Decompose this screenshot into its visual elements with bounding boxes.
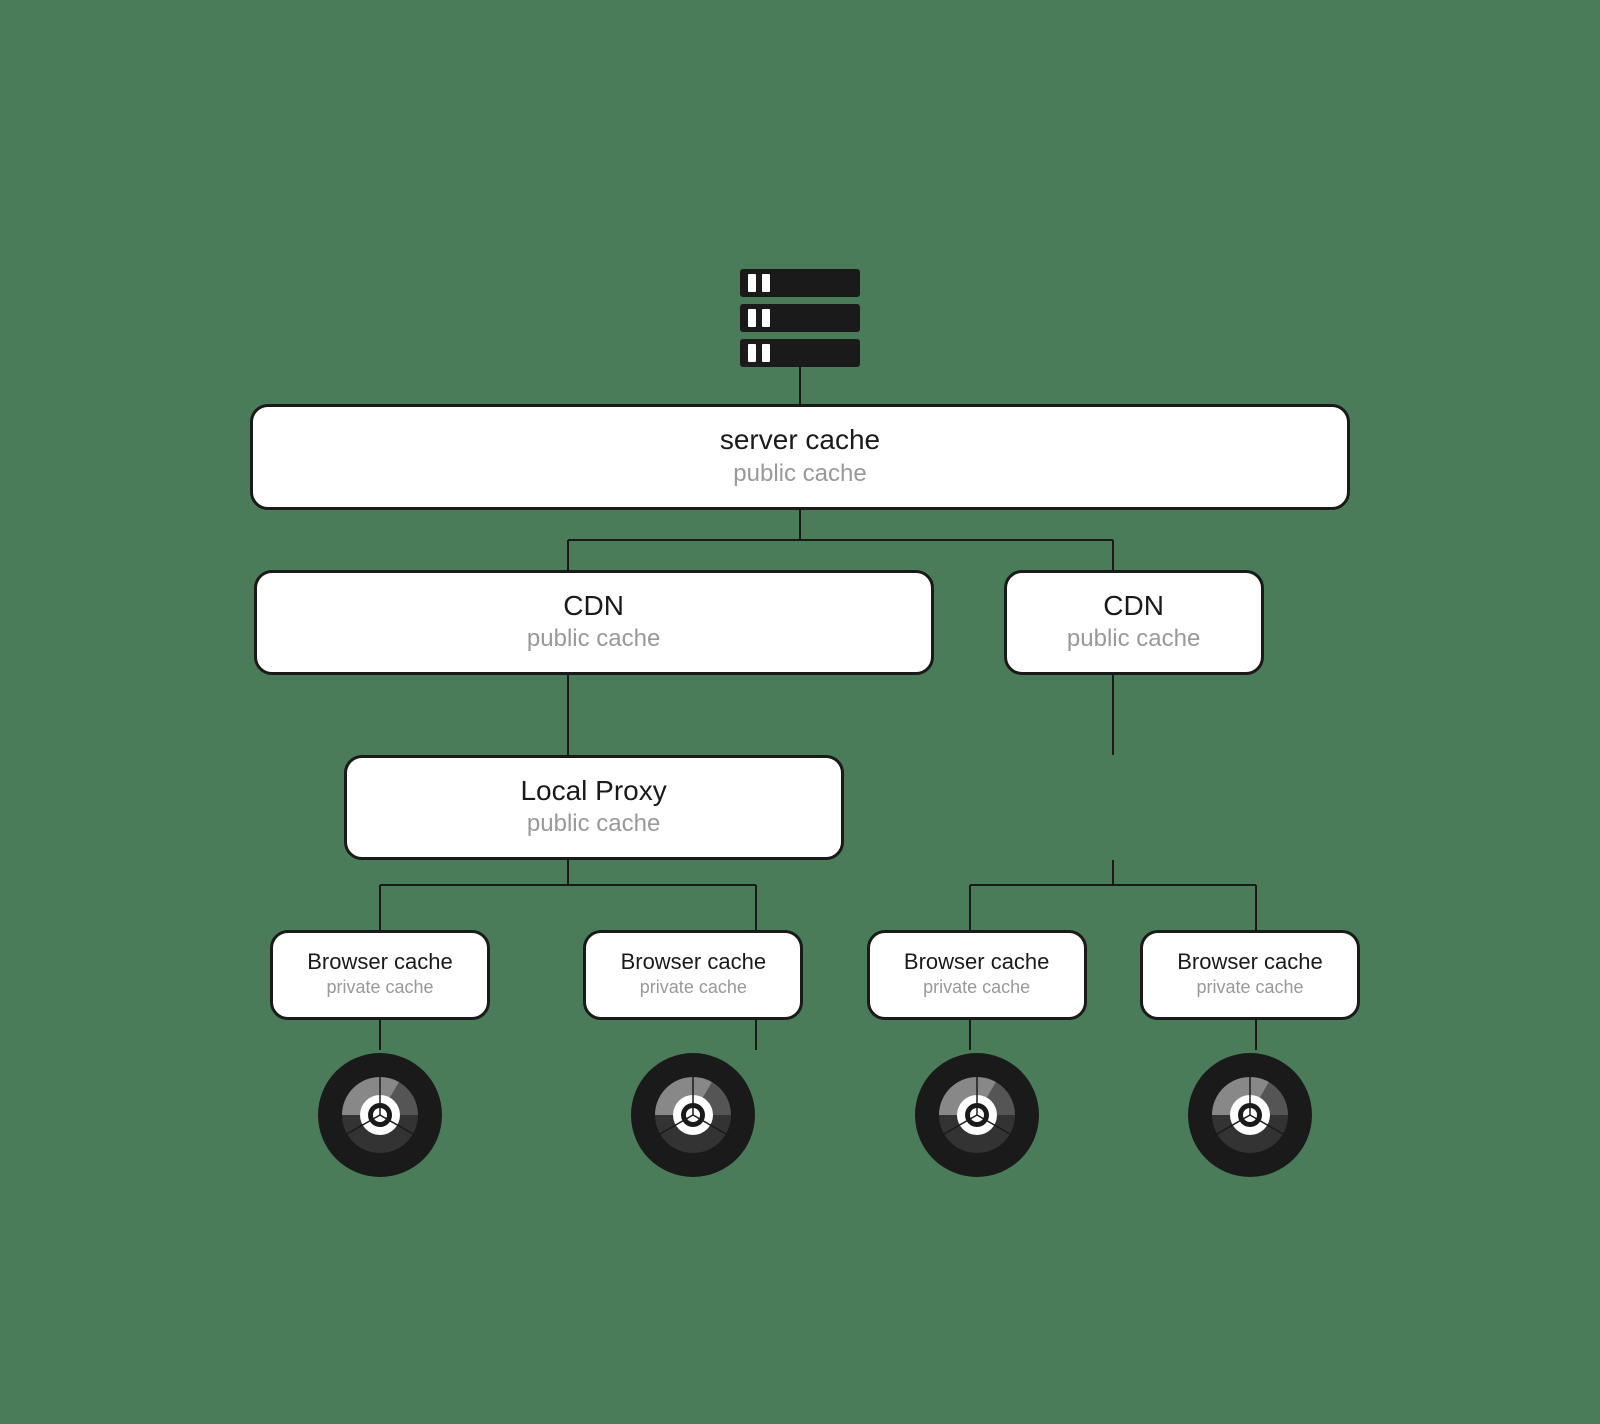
local-proxy-row: Local Proxy public cache: [250, 755, 1350, 860]
browser-cache-box-1: Browser cache private cache: [270, 930, 490, 1020]
browser-cache-4-subtitle: private cache: [1196, 975, 1303, 1000]
cdn-left-title: CDN: [563, 589, 624, 623]
server-cache-subtitle: public cache: [733, 457, 866, 491]
local-proxy-box: Local Proxy public cache: [344, 755, 844, 860]
cdn-right-subtitle: public cache: [1067, 622, 1200, 656]
server-cache-box: server cache public cache: [250, 404, 1350, 509]
connector-server-cache-to-cdn: [250, 510, 1350, 570]
cdn-right-placeholder: [937, 755, 1330, 835]
chrome-icons-row: [250, 1050, 1350, 1180]
chrome-icon-4: [1185, 1050, 1315, 1180]
chrome-icon-1: [315, 1050, 445, 1180]
cdn-row: CDN public cache CDN public cache: [250, 570, 1350, 675]
browser-cache-1-subtitle: private cache: [326, 975, 433, 1000]
chrome-icon-3: [912, 1050, 1042, 1180]
cache-hierarchy-diagram: server cache public cache CDN public cac…: [200, 204, 1400, 1219]
chrome-icon-2: [628, 1050, 758, 1180]
browser-col-4: Browser cache private cache: [1150, 930, 1350, 1020]
chrome-wrapper-3: [877, 1050, 1077, 1180]
chrome-wrapper-4: [1150, 1050, 1350, 1180]
cdn-right-box: CDN public cache: [1004, 570, 1264, 675]
browser-col-3: Browser cache private cache: [877, 930, 1077, 1020]
browser-cache-3-title: Browser cache: [904, 949, 1050, 975]
browser-col-1: Browser cache private cache: [280, 930, 480, 1020]
connector-browser-to-chrome: [250, 1020, 1350, 1050]
cdn-left-subtitle: public cache: [527, 622, 660, 656]
local-proxy-section: Local Proxy public cache: [250, 755, 937, 860]
browser-cache-row: Browser cache private cache Browser cach…: [250, 930, 1350, 1020]
browser-cache-4-title: Browser cache: [1177, 949, 1323, 975]
server-cache-title: server cache: [720, 423, 880, 457]
browser-cache-box-2: Browser cache private cache: [583, 930, 803, 1020]
connector-to-browsers: [250, 860, 1350, 930]
cdn-left-box: CDN public cache: [254, 570, 934, 675]
right-cdn-section: CDN public cache: [937, 570, 1330, 675]
browser-col-2: Browser cache private cache: [593, 930, 793, 1020]
left-cdn-section: CDN public cache: [250, 570, 937, 675]
cdn-right-title: CDN: [1103, 589, 1164, 623]
connector-cdn-to-proxy: [250, 675, 1350, 755]
browser-cache-2-title: Browser cache: [621, 949, 767, 975]
chrome-wrapper-2: [593, 1050, 793, 1180]
chrome-wrapper-1: [280, 1050, 480, 1180]
server-icon: [720, 244, 880, 374]
browser-cache-3-subtitle: private cache: [923, 975, 1030, 1000]
browser-cache-box-4: Browser cache private cache: [1140, 930, 1360, 1020]
browser-cache-box-3: Browser cache private cache: [867, 930, 1087, 1020]
browser-cache-1-title: Browser cache: [307, 949, 453, 975]
local-proxy-subtitle: public cache: [527, 807, 660, 841]
browser-cache-2-subtitle: private cache: [640, 975, 747, 1000]
local-proxy-title: Local Proxy: [520, 774, 666, 808]
connector-server-to-server-cache: [799, 374, 801, 404]
